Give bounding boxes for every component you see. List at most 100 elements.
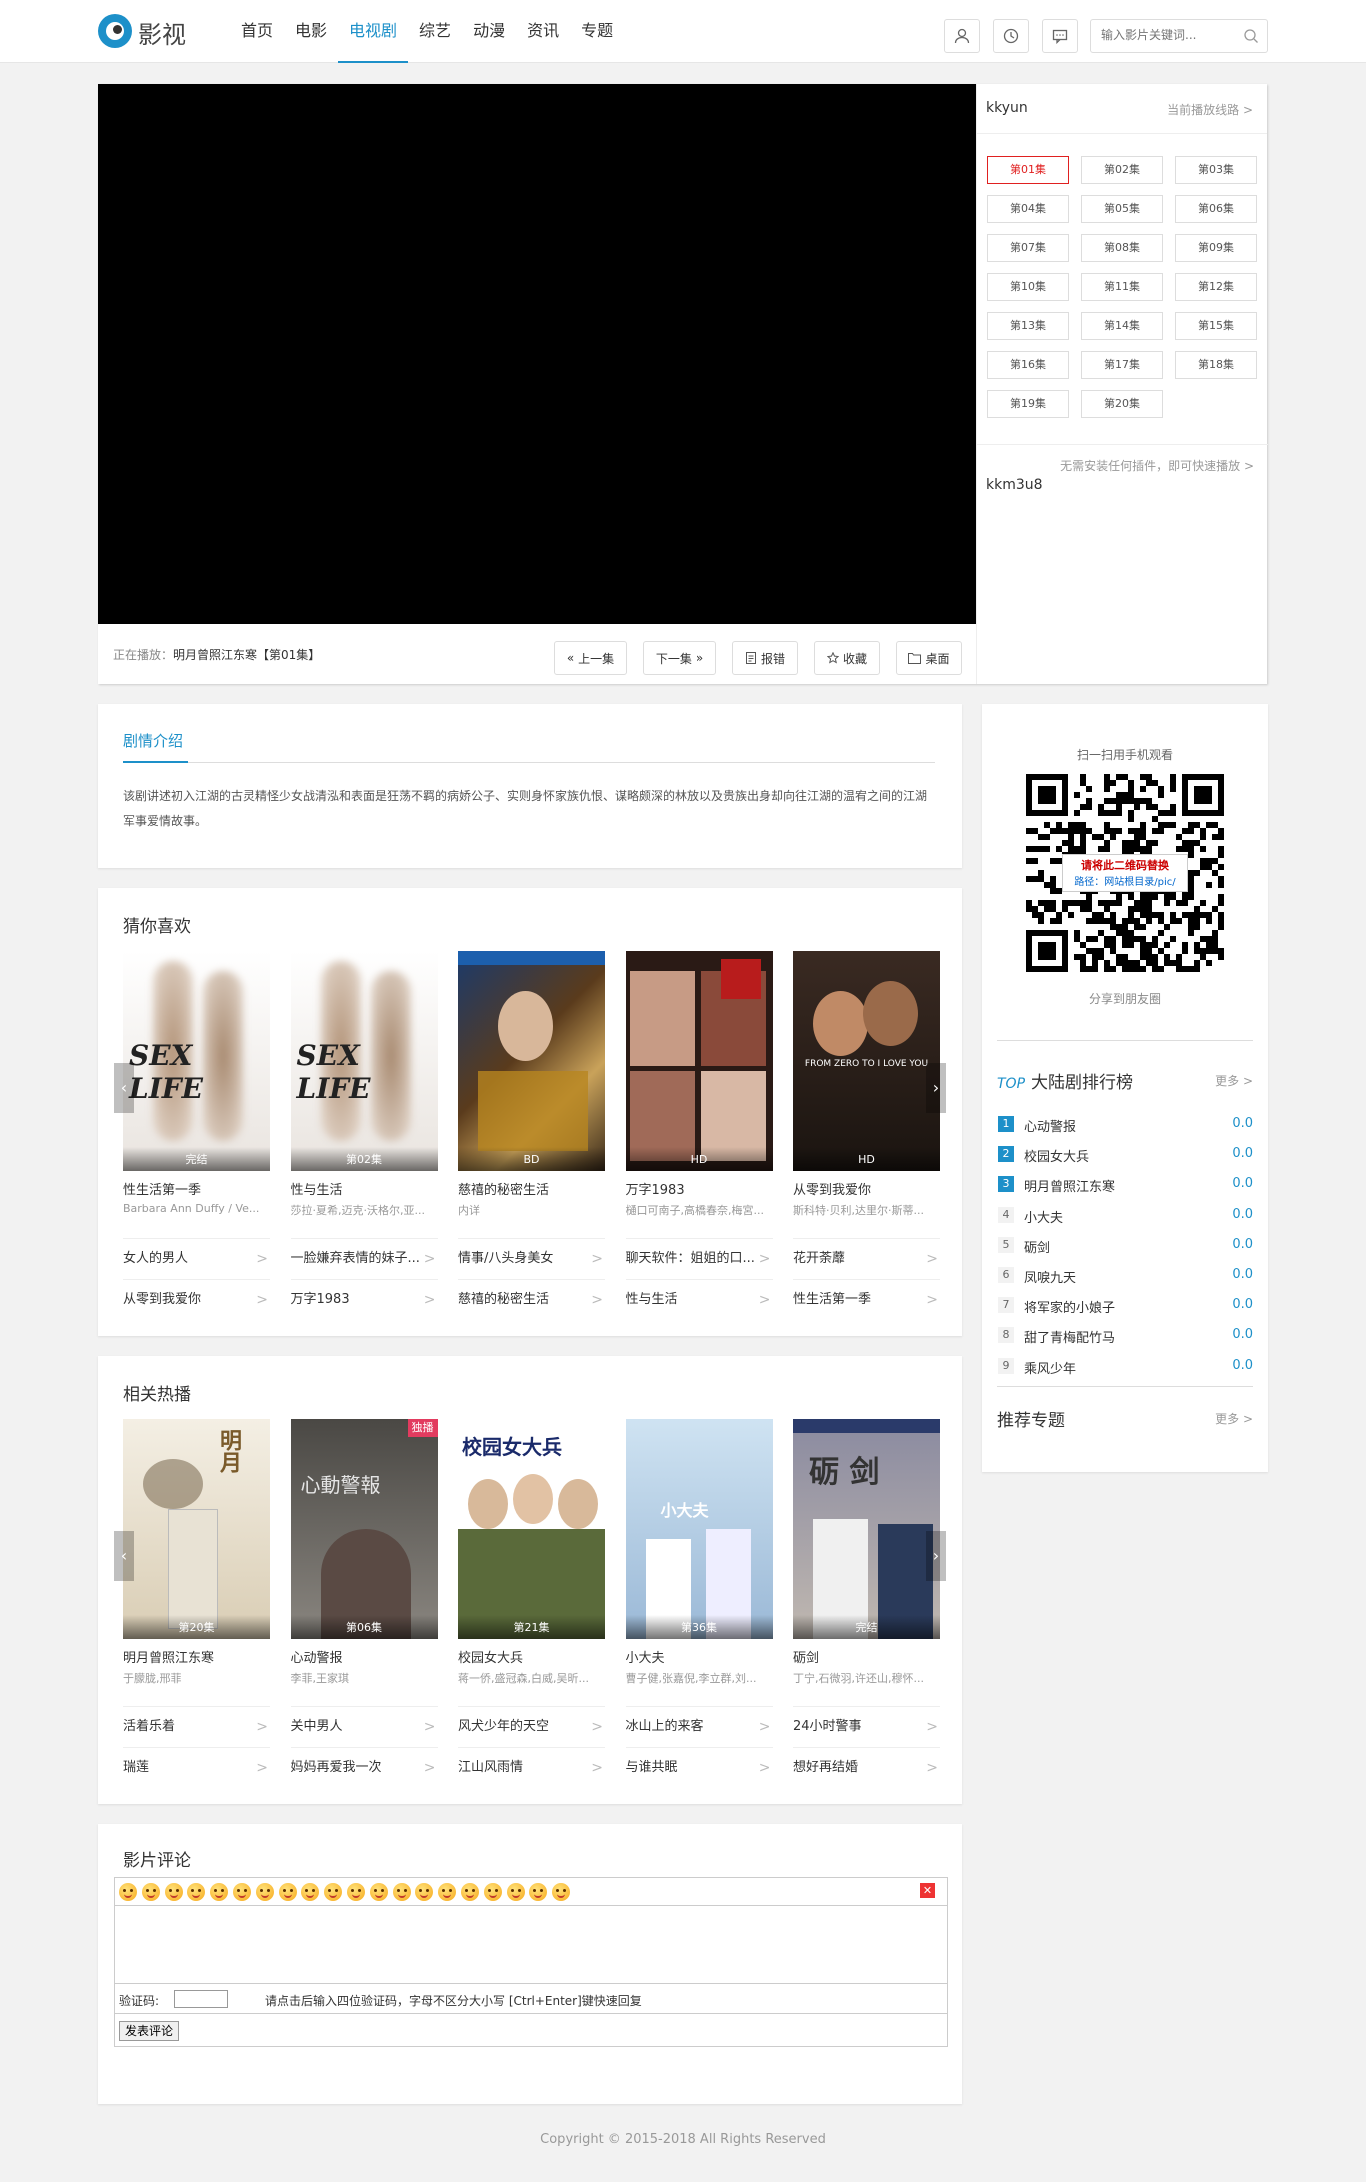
rank-item[interactable]: 7 将军家的小娘子 0.0 [997, 1291, 1253, 1321]
rank-more-link[interactable]: 更多 > [1215, 1072, 1253, 1089]
episode-button[interactable]: 第11集 [1081, 273, 1163, 301]
plugin-tip[interactable]: 无需安装任何插件，即可快速播放 > [1060, 457, 1254, 474]
verify-input[interactable] [174, 1990, 228, 2008]
report-button[interactable]: 报错 [732, 641, 798, 675]
episode-button[interactable]: 第03集 [1175, 156, 1257, 184]
episode-button[interactable]: 第10集 [987, 273, 1069, 301]
poster-title[interactable]: 性生活第一季 [123, 1179, 270, 1198]
emoji-icon[interactable] [506, 1883, 525, 1901]
episode-button[interactable]: 第16集 [987, 351, 1069, 379]
emoji-icon[interactable] [483, 1883, 502, 1901]
related-link[interactable]: 性与生活 > [625, 1279, 773, 1319]
nav-home[interactable]: 首页 [230, 0, 284, 63]
emoji-icon[interactable] [164, 1883, 183, 1901]
episode-button[interactable]: 第04集 [987, 195, 1069, 223]
related-link[interactable]: 万字1983 > [290, 1279, 438, 1319]
nav-movie[interactable]: 电影 [284, 0, 338, 63]
desktop-button[interactable]: 桌面 [896, 641, 962, 675]
emoji-icon[interactable] [301, 1883, 320, 1901]
next-episode-button[interactable]: 下一集» [643, 641, 716, 675]
poster-card[interactable]: BD 慈禧的秘密生活 内详 [458, 951, 605, 1218]
poster-image[interactable]: BD [458, 951, 605, 1171]
favorite-button[interactable]: 收藏 [814, 641, 880, 675]
user-button[interactable] [944, 19, 980, 53]
episode-button[interactable]: 第07集 [987, 234, 1069, 262]
emoji-icon[interactable] [278, 1883, 297, 1901]
emoji-icon[interactable] [369, 1883, 388, 1901]
poster-title[interactable]: 性与生活 [291, 1179, 438, 1198]
rank-item[interactable]: 5 砺剑 0.0 [997, 1231, 1253, 1261]
related-link[interactable]: 想好再结婚 > [793, 1747, 940, 1787]
poster-title[interactable]: 从零到我爱你 [793, 1179, 940, 1198]
poster-title[interactable]: 校园女大兵 [458, 1647, 605, 1666]
episode-button[interactable]: 第18集 [1175, 351, 1257, 379]
poster-title[interactable]: 心动警报 [291, 1647, 438, 1666]
poster-card[interactable]: 砺 剑 完结 砺剑 丁宁,石微羽,许还山,穆怀... [793, 1419, 940, 1686]
nav-tv[interactable]: 电视剧 [338, 0, 409, 63]
episode-button[interactable]: 第08集 [1081, 234, 1163, 262]
rank-item[interactable]: 3 明月曾照江东寒 0.0 [997, 1170, 1253, 1200]
poster-image[interactable]: 心動警報 独播 第06集 [290, 1419, 438, 1639]
rank-item[interactable]: 4 小大夫 0.0 [997, 1201, 1253, 1231]
episode-button[interactable]: 第14集 [1081, 312, 1163, 340]
poster-card[interactable]: SEX LIFE 完结 性生活第一季 Barbara Ann Duffy / V… [123, 951, 270, 1215]
poster-image[interactable]: 砺 剑 完结 [793, 1419, 940, 1639]
emoji-icon[interactable] [438, 1883, 457, 1901]
episode-button[interactable]: 第20集 [1081, 390, 1163, 418]
related-link[interactable]: 花开荼蘼 > [793, 1238, 940, 1278]
related-link[interactable]: 情事/八头身美女 > [458, 1238, 605, 1278]
poster-image[interactable]: FROM ZERO TO I LOVE YOU HD [793, 951, 940, 1171]
submit-comment-button[interactable]: 发表评论 [119, 2021, 180, 2041]
related-link[interactable]: 江山风雨情 > [458, 1747, 605, 1787]
related-link[interactable]: 冰山上的来客 > [625, 1706, 773, 1746]
carousel-prev-button[interactable]: ‹ [114, 1531, 134, 1581]
emoji-icon[interactable] [415, 1883, 434, 1901]
emoji-icon[interactable] [324, 1883, 343, 1901]
emoji-icon[interactable] [233, 1883, 251, 1901]
emoji-icon[interactable] [255, 1883, 274, 1901]
nav-topic[interactable]: 专题 [570, 0, 624, 63]
episode-button[interactable]: 第05集 [1081, 195, 1163, 223]
emoji-icon[interactable] [210, 1883, 229, 1901]
poster-card[interactable]: 校园女大兵 第21集 校园女大兵 蒋一侨,盛冠森,白威,吴昕... [458, 1419, 605, 1686]
carousel-next-button[interactable]: › [926, 1063, 946, 1113]
search-icon[interactable] [1243, 28, 1259, 44]
rank-item[interactable]: 2 校园女大兵 0.0 [997, 1140, 1253, 1170]
history-button[interactable] [993, 19, 1029, 53]
rank-item[interactable]: 9 乘风少年 0.0 [997, 1352, 1253, 1382]
related-link[interactable]: 瑞莲 > [123, 1747, 270, 1787]
carousel-prev-button[interactable]: ‹ [114, 1063, 134, 1113]
close-icon[interactable]: ✕ [920, 1883, 935, 1898]
poster-image[interactable]: 小大夫 第36集 [625, 1419, 773, 1639]
emoji-icon[interactable] [529, 1883, 548, 1901]
related-link[interactable]: 女人的男人 > [123, 1238, 270, 1278]
carousel-next-button[interactable]: › [926, 1531, 946, 1581]
related-link[interactable]: 从零到我爱你 > [123, 1279, 270, 1319]
poster-card[interactable]: HD 万字1983 樋口可南子,高橋春奈,梅宮... [625, 951, 773, 1218]
nav-news[interactable]: 资讯 [516, 0, 570, 63]
tab-intro[interactable]: 剧情介绍 [123, 730, 183, 751]
related-link[interactable]: 与谁共眠 > [625, 1747, 773, 1787]
rank-item[interactable]: 6 凤唳九天 0.0 [997, 1261, 1253, 1291]
episode-button[interactable]: 第06集 [1175, 195, 1257, 223]
episode-button[interactable]: 第02集 [1081, 156, 1163, 184]
poster-title[interactable]: 砺剑 [793, 1647, 940, 1666]
topic-more-link[interactable]: 更多 > [1215, 1410, 1253, 1427]
line-selector[interactable]: 当前播放线路 > [1167, 101, 1253, 118]
episode-button[interactable]: 第15集 [1175, 312, 1257, 340]
episode-button[interactable]: 第12集 [1175, 273, 1257, 301]
related-link[interactable]: 24小时警事 > [793, 1706, 940, 1746]
prev-episode-button[interactable]: «上一集 [554, 641, 627, 675]
comment-textarea[interactable] [115, 1906, 947, 1984]
poster-title[interactable]: 慈禧的秘密生活 [458, 1179, 605, 1198]
poster-card[interactable]: 小大夫 第36集 小大夫 曹子健,张嘉倪,李立群,刘... [625, 1419, 773, 1686]
poster-card[interactable]: SEX LIFE 第02集 性与生活 莎拉·夏希,迈克·沃格尔,亚... [290, 951, 438, 1218]
poster-image[interactable]: HD [625, 951, 773, 1171]
logo[interactable]: 影视 [98, 12, 198, 50]
poster-title[interactable]: 万字1983 [626, 1179, 773, 1198]
rank-item[interactable]: 1 心动警报 0.0 [997, 1110, 1253, 1140]
poster-card[interactable]: FROM ZERO TO I LOVE YOU HD 从零到我爱你 斯科特·贝利… [793, 951, 940, 1218]
emoji-icon[interactable] [141, 1883, 160, 1901]
episode-button[interactable]: 第09集 [1175, 234, 1257, 262]
nav-anime[interactable]: 动漫 [462, 0, 516, 63]
